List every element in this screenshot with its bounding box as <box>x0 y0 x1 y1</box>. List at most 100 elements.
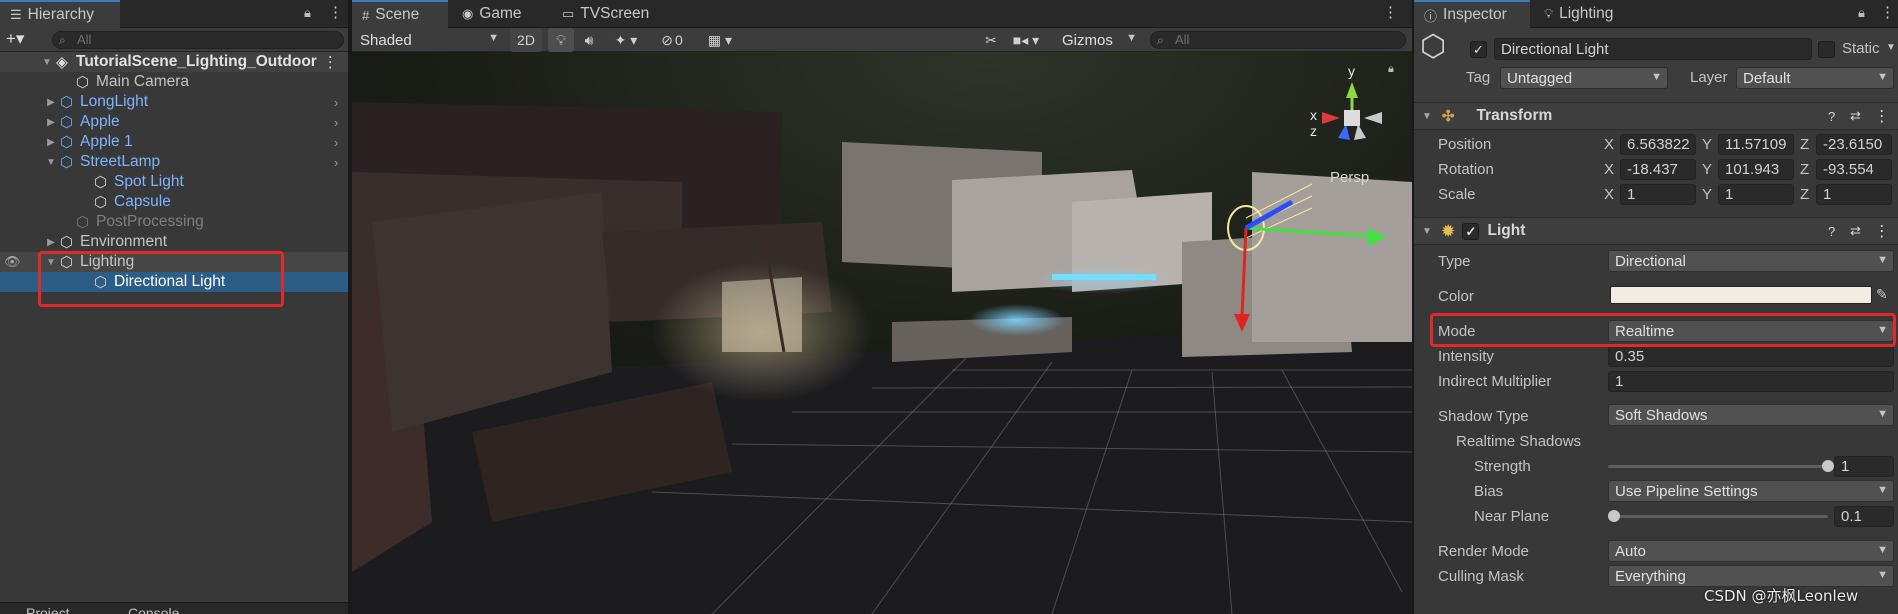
tab-project[interactable]: Project <box>26 605 70 614</box>
tab-tvscreen[interactable]: ▭ TVScreen <box>552 0 672 28</box>
chevron-right-icon[interactable]: › <box>334 95 338 110</box>
shading-mode-dropdown[interactable]: Shaded ▼ <box>354 29 504 51</box>
strength-slider-knob[interactable] <box>1822 460 1834 472</box>
type-dropdown[interactable]: Directional ▼ <box>1608 250 1894 272</box>
static-checkbox[interactable] <box>1818 41 1835 58</box>
expand-arrow-icon[interactable]: ▼ <box>40 57 54 68</box>
static-label[interactable]: Static <box>1842 40 1880 57</box>
tab-inspector[interactable]: ⓘ Inspector <box>1414 0 1530 28</box>
grid-snap-icon[interactable]: ▦ ▾ <box>698 28 742 52</box>
hierarchy-item[interactable]: ⬡ Spot Light <box>0 172 348 192</box>
transform-y-field[interactable]: 101.943 <box>1718 159 1794 180</box>
camera-icon[interactable]: ■◂ ▾ <box>1008 28 1044 52</box>
axis-letter-z[interactable]: Z <box>1800 161 1809 178</box>
near-plane-slider-track[interactable] <box>1608 515 1828 518</box>
tag-dropdown[interactable]: Untagged ▼ <box>1500 67 1668 89</box>
axis-letter-y[interactable]: Y <box>1702 136 1712 153</box>
color-swatch[interactable] <box>1610 286 1872 304</box>
shadow-type-dropdown[interactable]: Soft Shadows ▼ <box>1608 404 1894 426</box>
object-name-field[interactable]: Directional Light <box>1494 38 1812 60</box>
axis-letter-x[interactable]: X <box>1604 186 1614 203</box>
transform-y-field[interactable]: 11.57109 <box>1718 134 1794 155</box>
near-plane-field[interactable]: 0.1 <box>1834 506 1894 527</box>
light-enabled-checkbox[interactable]: ✓ <box>1462 222 1480 240</box>
expand-arrow-icon[interactable]: ▶ <box>44 117 58 128</box>
transform-header[interactable]: ▼ ✣ Transform ? ⇄ ⋮ <box>1414 102 1898 130</box>
chevron-right-icon[interactable]: › <box>334 115 338 130</box>
transform-x-field[interactable]: -18.437 <box>1620 159 1696 180</box>
hidden-objects-toggle[interactable]: ⊘ 0 <box>650 28 694 52</box>
2d-toggle-button[interactable]: 2D <box>510 28 542 52</box>
transform-x-field[interactable]: 6.563822 <box>1620 134 1696 155</box>
lighting-toggle-icon[interactable]: 💡︎ <box>548 28 574 52</box>
gizmos-dropdown[interactable]: Gizmos ▼ <box>1056 29 1142 51</box>
gameobject-cube-icon[interactable]: ⬡ <box>1420 32 1446 62</box>
intensity-field[interactable]: 0.35 <box>1608 346 1894 367</box>
bias-dropdown[interactable]: Use Pipeline Settings ▼ <box>1608 480 1894 502</box>
transform-x-field[interactable]: 1 <box>1620 184 1696 205</box>
expand-arrow-icon[interactable]: ▼ <box>1422 226 1432 237</box>
chevron-down-icon[interactable]: ▼ <box>1886 42 1896 53</box>
axis-letter-x[interactable]: X <box>1604 136 1614 153</box>
axis-letter-y[interactable]: Y <box>1702 161 1712 178</box>
kebab-menu-icon[interactable]: ⋮ <box>1880 3 1895 21</box>
chevron-right-icon[interactable]: › <box>334 135 338 150</box>
hierarchy-item[interactable]: ⬡ PostProcessing <box>0 212 348 232</box>
tab-lighting[interactable]: 💡︎ Lighting <box>1534 0 1644 28</box>
preset-icon[interactable]: ⇄ <box>1850 108 1861 124</box>
persp-label[interactable]: Persp <box>1330 169 1369 186</box>
hierarchy-item[interactable]: ▼ ⬡ StreetLamp › <box>0 152 348 172</box>
scene-search-input[interactable]: ⌕ All <box>1150 31 1406 49</box>
hierarchy-item[interactable]: ⬡ Capsule <box>0 192 348 212</box>
component-menu-icon[interactable]: ⋮ <box>1874 107 1890 126</box>
lock-icon[interactable]: 🔒︎ <box>304 5 311 21</box>
tab-game[interactable]: ◉ Game <box>452 0 548 28</box>
help-icon[interactable]: ? <box>1828 109 1835 124</box>
expand-arrow-icon[interactable]: ▶ <box>44 97 58 108</box>
hierarchy-item[interactable]: ▶ ⬡ Environment <box>0 232 348 252</box>
layer-dropdown[interactable]: Default ▼ <box>1736 67 1894 89</box>
hierarchy-item[interactable]: ▶ ⬡ LongLight › <box>0 92 348 112</box>
hierarchy-item[interactable]: ⬡ Main Camera <box>0 72 348 92</box>
hierarchy-item[interactable]: ▶ ⬡ Apple 1 › <box>0 132 348 152</box>
axis-letter-y[interactable]: Y <box>1702 186 1712 203</box>
near-plane-slider-knob[interactable] <box>1608 510 1620 522</box>
hierarchy-item[interactable]: ▶ ⬡ Apple › <box>0 112 348 132</box>
strength-field[interactable]: 1 <box>1834 456 1894 477</box>
add-button[interactable]: +▾ <box>6 29 24 49</box>
expand-arrow-icon[interactable]: ▼ <box>44 157 58 168</box>
tab-scene[interactable]: # Scene <box>352 0 448 28</box>
component-menu-icon[interactable]: ⋮ <box>1874 222 1890 241</box>
tab-hierarchy[interactable]: ☰ Hierarchy <box>0 0 120 28</box>
expand-arrow-icon[interactable]: ▶ <box>44 237 58 248</box>
expand-arrow-icon[interactable]: ▶ <box>44 137 58 148</box>
scene-root-row[interactable]: ▼ ◈ TutorialScene_Lighting_Outdoor ⋮ <box>0 52 348 72</box>
visibility-eye-icon[interactable]: 👁︎ <box>4 254 21 270</box>
scene-menu-icon[interactable]: ⋮ <box>323 53 339 72</box>
help-icon[interactable]: ? <box>1828 224 1835 239</box>
gizmo-lock-icon[interactable]: 🔒︎ <box>1388 62 1394 75</box>
lock-icon[interactable]: 🔒︎ <box>1858 5 1865 21</box>
strength-slider-track[interactable] <box>1608 465 1828 468</box>
tools-icon[interactable]: ✂︎ <box>978 28 1004 52</box>
indirect-multiplier-field[interactable]: 1 <box>1608 371 1894 392</box>
hierarchy-search-input[interactable]: ⌕ All <box>52 31 344 49</box>
axis-letter-x[interactable]: X <box>1604 161 1614 178</box>
transform-z-field[interactable]: -23.6150 <box>1816 134 1892 155</box>
axis-letter-z[interactable]: Z <box>1800 186 1809 203</box>
transform-y-field[interactable]: 1 <box>1718 184 1794 205</box>
eyedropper-icon[interactable]: ✎ <box>1876 286 1888 303</box>
audio-toggle-icon[interactable]: 🔊︎ <box>576 28 602 52</box>
transform-z-field[interactable]: 1 <box>1816 184 1892 205</box>
kebab-menu-icon[interactable]: ⋮ <box>328 3 343 21</box>
preset-icon[interactable]: ⇄ <box>1850 223 1861 239</box>
culling-mask-dropdown[interactable]: Everything ▼ <box>1608 565 1894 587</box>
render-mode-dropdown[interactable]: Auto ▼ <box>1608 540 1894 562</box>
transform-z-field[interactable]: -93.554 <box>1816 159 1892 180</box>
active-checkbox[interactable]: ✓ <box>1470 41 1487 58</box>
scene-menu-icon[interactable]: ⋮ <box>1383 3 1398 21</box>
tab-console[interactable]: Console <box>128 605 179 614</box>
scene-viewport[interactable]: y x z 🔒︎ Persp <box>352 52 1412 614</box>
axis-letter-z[interactable]: Z <box>1800 136 1809 153</box>
effects-toggle-icon[interactable]: ✦ ▾ <box>606 28 646 52</box>
